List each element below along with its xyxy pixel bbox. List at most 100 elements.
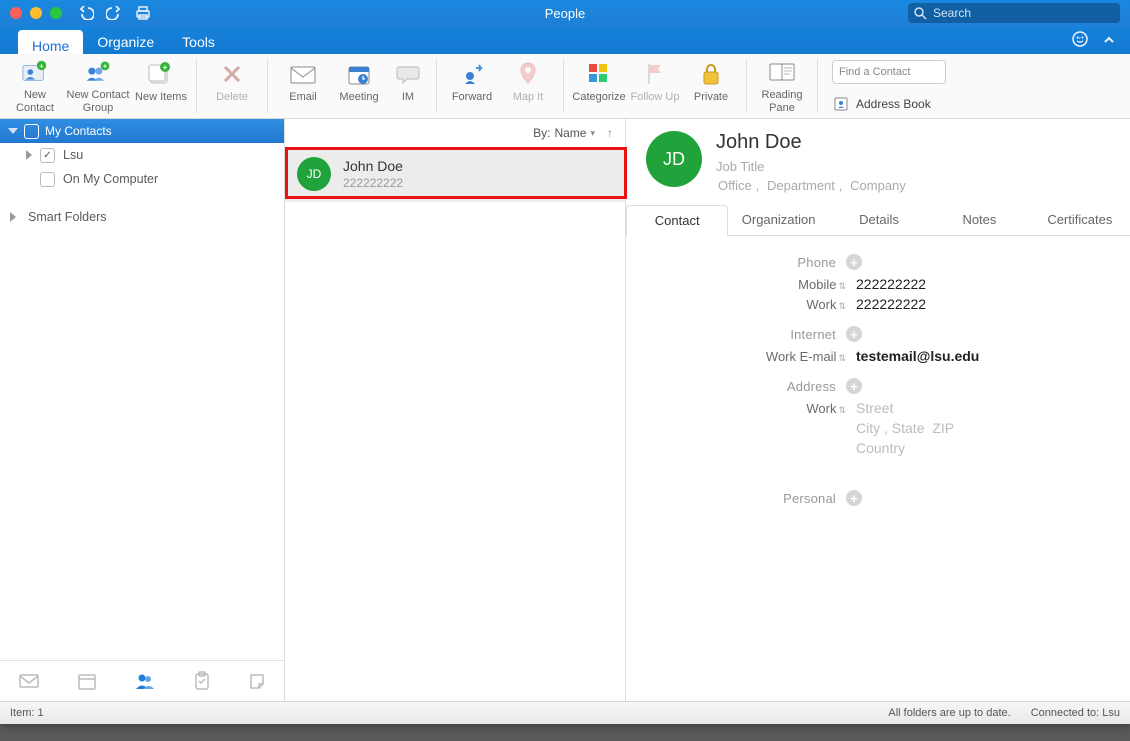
section-personal-label: Personal (646, 491, 836, 506)
email-icon (289, 63, 317, 85)
add-address-button[interactable]: + (846, 378, 862, 394)
add-internet-button[interactable]: + (846, 326, 862, 342)
follow-up-label: Follow Up (631, 91, 680, 113)
flag-icon (644, 61, 666, 87)
app-window: People Home Organize Tools + New Contact… (0, 0, 1130, 724)
collapse-ribbon-icon[interactable] (1102, 33, 1116, 47)
phone-mobile-label[interactable]: Mobile⇅ (646, 277, 856, 292)
toolbar-separator (746, 59, 747, 113)
email-button[interactable]: Email (276, 60, 330, 113)
redo-icon[interactable] (106, 6, 122, 20)
delete-button[interactable]: Delete (205, 60, 259, 113)
tab-contact[interactable]: Contact (626, 205, 728, 236)
avatar: JD (297, 157, 331, 191)
reading-pane-button[interactable]: Reading Pane (755, 58, 809, 113)
sync-status: All folders are up to date. (888, 707, 1010, 719)
search-box[interactable] (908, 3, 1120, 23)
close-window-button[interactable] (10, 7, 22, 19)
sidebar-smart-folders[interactable]: Smart Folders (0, 205, 284, 229)
department-field[interactable]: Department (765, 178, 837, 193)
phone-work-value[interactable]: 222222222 (856, 296, 926, 312)
svg-text:+: + (103, 64, 107, 71)
work-email-value[interactable]: testemail@lsu.edu (856, 348, 979, 364)
work-address-label[interactable]: Work⇅ (646, 401, 856, 416)
section-internet: Internet + (646, 326, 1110, 342)
nav-people-icon[interactable] (134, 671, 156, 691)
minimize-window-button[interactable] (30, 7, 42, 19)
nav-calendar-icon[interactable] (77, 671, 97, 691)
forward-button[interactable]: Forward (445, 60, 499, 113)
lsu-checkbox[interactable]: ✓ (40, 148, 55, 163)
find-contact-input[interactable]: Find a Contact (832, 60, 946, 84)
tab-tools[interactable]: Tools (168, 26, 229, 54)
add-phone-button[interactable]: + (846, 254, 862, 270)
work-address-row: Work⇅ Street (646, 400, 1110, 416)
tab-details[interactable]: Details (829, 205, 929, 235)
window-controls (10, 7, 62, 19)
quick-access-toolbar (78, 5, 152, 21)
on-my-computer-checkbox[interactable] (40, 172, 55, 187)
new-contact-button[interactable]: + New Contact (8, 58, 62, 113)
categorize-button[interactable]: Categorize (572, 60, 626, 113)
sort-ascending-icon[interactable]: ↑ (607, 126, 613, 140)
city-field[interactable]: City , State ZIP (856, 420, 954, 436)
new-contact-icon: + (21, 59, 49, 85)
svg-text:+: + (163, 63, 168, 72)
address-book-button[interactable]: Address Book (832, 96, 946, 112)
street-field[interactable]: Street (856, 400, 893, 416)
sort-field: Name (554, 126, 586, 140)
section-phone: Phone + (646, 254, 1110, 270)
sidebar-smart-folders-label: Smart Folders (28, 210, 107, 224)
nav-footer (0, 660, 284, 701)
meeting-button[interactable]: Meeting (332, 60, 386, 113)
undo-icon[interactable] (78, 6, 94, 20)
ribbon-toolbar: + New Contact + New Contact Group + New … (0, 54, 1130, 119)
toolbar-separator (267, 59, 268, 113)
print-icon[interactable] (134, 5, 152, 21)
detail-name[interactable]: John Doe (716, 131, 1110, 154)
toolbar-separator (817, 59, 818, 113)
company-field[interactable]: Company (848, 178, 908, 193)
add-personal-button[interactable]: + (846, 490, 862, 506)
tab-certificates[interactable]: Certificates (1030, 205, 1130, 235)
job-title-field[interactable]: Job Title (716, 159, 1110, 174)
country-field[interactable]: Country (856, 440, 905, 456)
zoom-window-button[interactable] (50, 7, 62, 19)
tab-organization[interactable]: Organization (728, 205, 828, 235)
org-line: Office, Department, Company (716, 178, 1110, 193)
toolbar-separator (196, 59, 197, 113)
sidebar-my-contacts-header[interactable]: My Contacts (0, 119, 284, 143)
nav-tasks-icon[interactable] (193, 671, 211, 691)
sidebar-item-on-my-computer[interactable]: On My Computer (0, 167, 284, 191)
tab-notes[interactable]: Notes (929, 205, 1029, 235)
meeting-label: Meeting (339, 91, 378, 113)
new-contact-group-label: New Contact Group (64, 89, 132, 113)
new-items-button[interactable]: + New Items (134, 60, 188, 113)
feedback-icon[interactable] (1072, 31, 1090, 49)
im-icon (395, 63, 421, 85)
nav-mail-icon[interactable] (18, 672, 40, 690)
work-email-row: Work E-mail⇅ testemail@lsu.edu (646, 348, 1110, 364)
search-input[interactable] (931, 5, 1114, 21)
section-phone-label: Phone (646, 255, 836, 270)
work-email-label[interactable]: Work E-mail⇅ (646, 349, 856, 364)
new-contact-group-button[interactable]: + New Contact Group (64, 58, 132, 113)
my-contacts-checkbox[interactable] (24, 124, 39, 139)
im-button[interactable]: IM (388, 60, 428, 113)
chevron-right-icon (26, 150, 32, 160)
contact-phone: 222222222 (343, 176, 403, 190)
sidebar-item-label: On My Computer (63, 172, 158, 186)
contact-row[interactable]: JD John Doe 222222222 (285, 147, 625, 202)
svg-text:+: + (39, 62, 44, 71)
sort-control[interactable]: By: Name ▾ ↑ (285, 119, 625, 147)
phone-mobile-value[interactable]: 222222222 (856, 276, 926, 292)
private-button[interactable]: Private (684, 60, 738, 113)
follow-up-button[interactable]: Follow Up (628, 60, 682, 113)
map-it-button[interactable]: Map It (501, 60, 555, 113)
nav-notes-icon[interactable] (248, 672, 266, 690)
sidebar-item-lsu[interactable]: ✓ Lsu (0, 143, 284, 167)
office-field[interactable]: Office (716, 178, 754, 193)
phone-work-label[interactable]: Work⇅ (646, 297, 856, 312)
tab-organize[interactable]: Organize (83, 26, 168, 54)
forward-label: Forward (452, 91, 492, 113)
